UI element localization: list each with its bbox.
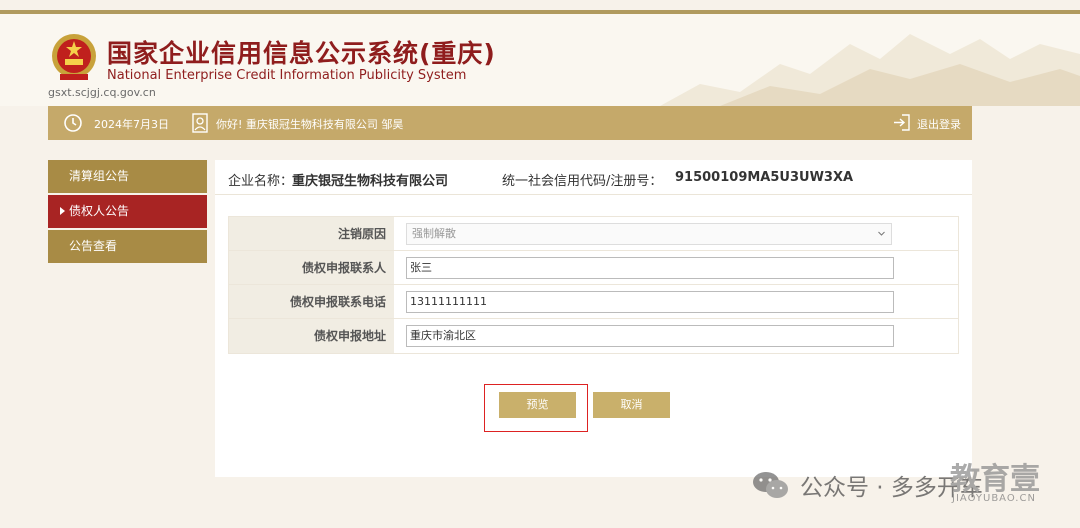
company-name: 重庆银冠生物科技有限公司 (292, 174, 449, 189)
chevron-down-icon (878, 231, 885, 236)
site-header: 国家企业信用信息公示系统(重庆) National Enterprise Cre… (0, 14, 1080, 106)
mountain-illustration (660, 34, 1080, 106)
company-info-row: 企业名称： 重庆银冠生物科技有限公司 统一社会信用代码/注册号： 9150010… (215, 160, 972, 195)
sidebar-item-label: 债权人公告 (69, 204, 130, 218)
contact-person-input[interactable]: 张三 (406, 257, 894, 279)
cancel-button[interactable]: 取消 (593, 392, 670, 418)
user-greeting: 你好! 重庆银冠生物科技有限公司 邹昊 (216, 118, 404, 131)
sidebar-item-liquidation-notice[interactable]: 清算组公告 (48, 160, 207, 193)
info-bar: 2024年7月3日 你好! 重庆银冠生物科技有限公司 邹昊 退出登录 (48, 106, 972, 140)
caret-right-icon (60, 206, 65, 215)
sidebar-item-label: 清算组公告 (69, 169, 130, 183)
cancellation-reason-select[interactable]: 强制解散 (406, 223, 892, 245)
credit-code-label: 统一社会信用代码/注册号： (502, 174, 663, 189)
select-value: 强制解散 (412, 227, 456, 240)
sidebar-item-creditor-notice[interactable]: 债权人公告 (48, 195, 207, 228)
form-row-address: 债权申报地址 重庆市渝北区 (229, 319, 958, 353)
field-label: 债权申报地址 (229, 319, 394, 353)
site-domain: gsxt.scjgj.cq.gov.cn (48, 86, 156, 99)
preview-button[interactable]: 预览 (499, 392, 576, 418)
watermark-url: JIAOYUBAO.CN (952, 493, 1036, 504)
sidebar-item-label: 公告查看 (69, 239, 118, 253)
wechat-icon (753, 472, 788, 498)
form-row-contact-phone: 债权申报联系电话 13111111111 (229, 285, 958, 319)
creditor-notice-form: 注销原因 强制解散 债权申报联系人 张三 债权申报联系电话 1311111111… (228, 216, 959, 354)
current-date: 2024年7月3日 (94, 118, 169, 131)
main-panel: 企业名称： 重庆银冠生物科技有限公司 统一社会信用代码/注册号： 9150010… (215, 160, 972, 477)
credit-code: 91500109MA5U3UW3XA (675, 170, 854, 185)
company-name-label: 企业名称： (228, 174, 294, 189)
site-title-english: National Enterprise Credit Information P… (107, 68, 467, 83)
clock-icon (64, 114, 82, 132)
sidebar: 清算组公告 债权人公告 公告查看 (48, 160, 207, 265)
form-row-contact-person: 债权申报联系人 张三 (229, 251, 958, 285)
field-label: 注销原因 (229, 217, 394, 250)
address-input[interactable]: 重庆市渝北区 (406, 325, 894, 347)
user-icon (192, 113, 208, 133)
logout-icon[interactable] (893, 114, 910, 131)
watermark-brand: 教育壹 (950, 462, 1040, 497)
logout-link[interactable]: 退出登录 (917, 116, 961, 132)
national-emblem-icon (52, 34, 96, 80)
watermark: 公众号 · 多多开车 教育壹 JIAOYUBAO.CN (750, 454, 1080, 514)
field-label: 债权申报联系人 (229, 251, 394, 284)
sidebar-item-notice-view[interactable]: 公告查看 (48, 230, 207, 263)
contact-phone-input[interactable]: 13111111111 (406, 291, 894, 313)
form-row-cancellation-reason: 注销原因 强制解散 (229, 217, 958, 251)
site-title: 国家企业信用信息公示系统(重庆) (107, 39, 496, 68)
field-label: 债权申报联系电话 (229, 285, 394, 318)
